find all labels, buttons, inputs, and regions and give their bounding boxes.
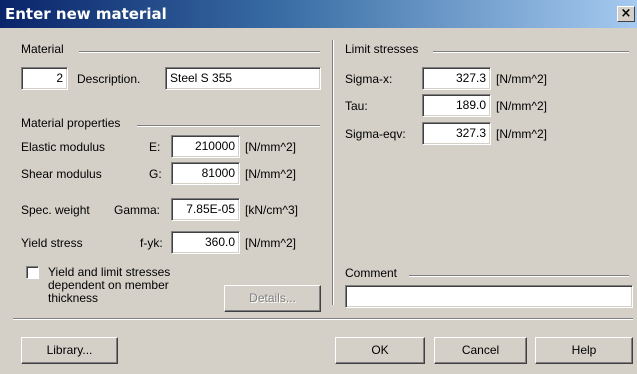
comment-group-line [409, 275, 629, 277]
shear-modulus-field[interactable]: 81000 [171, 162, 240, 185]
yield-stress-field[interactable]: 360.0 [171, 231, 240, 254]
comment-group-label: Comment [345, 266, 398, 280]
elastic-modulus-unit: [N/mm^2] [245, 140, 296, 154]
shear-modulus-symbol: G: [149, 167, 162, 181]
sigma-eqv-unit: [N/mm^2] [496, 127, 547, 141]
library-button[interactable]: Library... [21, 337, 118, 364]
sigma-eqv-field[interactable]: 327.3 [422, 122, 491, 145]
elastic-modulus-field[interactable]: 210000 [171, 135, 240, 158]
sigma-x-field[interactable]: 327.3 [422, 67, 491, 90]
column-separator [332, 40, 334, 305]
cancel-button[interactable]: Cancel [434, 337, 527, 364]
description-label: Description. [77, 72, 141, 86]
shear-modulus-unit: [N/mm^2] [245, 167, 296, 181]
material-group-label: Material [21, 42, 64, 56]
thickness-label-line3: thickness [48, 291, 99, 305]
details-button[interactable]: Details... [224, 285, 321, 312]
tau-field[interactable]: 189.0 [422, 94, 491, 117]
material-number-field[interactable]: 2 [21, 67, 68, 90]
properties-group-line [137, 125, 320, 127]
close-button[interactable]: × [617, 6, 635, 22]
spec-weight-label: Spec. weight [21, 203, 90, 217]
properties-group-label: Material properties [21, 116, 121, 130]
spec-weight-symbol: Gamma: [114, 203, 161, 217]
sigma-eqv-label: Sigma-eqv: [345, 127, 406, 141]
bottom-separator [13, 318, 633, 320]
enter-material-dialog: Enter new material × Material 2 Descript… [0, 0, 637, 374]
sigma-x-unit: [N/mm^2] [496, 72, 547, 86]
spec-weight-field[interactable]: 7.85E-05 [171, 198, 240, 221]
limit-stresses-group-label: Limit stresses [345, 42, 419, 56]
elastic-modulus-label: Elastic modulus [21, 140, 106, 154]
yield-stress-label: Yield stress [21, 236, 83, 250]
tau-label: Tau: [345, 99, 368, 113]
sigma-x-label: Sigma-x: [345, 72, 393, 86]
tau-unit: [N/mm^2] [496, 99, 547, 113]
yield-stress-unit: [N/mm^2] [245, 236, 296, 250]
yield-stress-symbol: f-yk: [140, 236, 163, 250]
help-button[interactable]: Help [535, 337, 633, 364]
thickness-label-line2: dependent on member [48, 278, 169, 292]
ok-button[interactable]: OK [335, 337, 425, 364]
close-icon: × [620, 6, 632, 21]
description-field[interactable]: Steel S 355 [165, 67, 321, 90]
material-group-line [79, 51, 320, 53]
shear-modulus-label: Shear modulus [21, 167, 102, 181]
comment-field[interactable] [345, 285, 633, 308]
limit-stresses-group-line [433, 51, 629, 53]
title-bar[interactable]: Enter new material × [0, 0, 637, 28]
thickness-checkbox[interactable] [26, 266, 39, 279]
thickness-label-line1: Yield and limit stresses [48, 265, 171, 279]
spec-weight-unit: [kN/cm^3] [245, 203, 298, 217]
window-title: Enter new material [5, 5, 167, 23]
elastic-modulus-symbol: E: [149, 140, 161, 154]
